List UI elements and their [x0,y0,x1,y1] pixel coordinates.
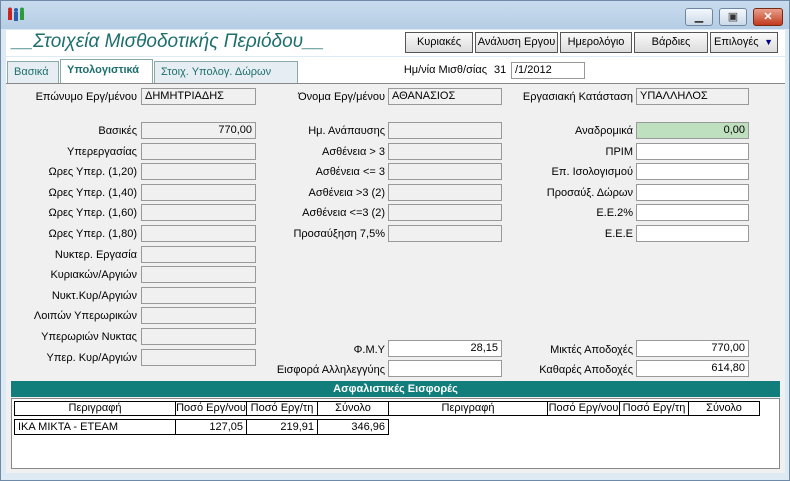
options-label: Επιλογές [714,36,759,48]
insurance-section-title: Ασφαλιστικές Εισφορές [11,381,780,397]
tab-basic[interactable]: Βασικά [7,61,59,83]
col3-field[interactable] [636,183,749,201]
title-bar: ▁ ▣ ✕ [1,1,789,29]
grid-header: Ποσό Εργ/τη [246,401,318,416]
minimize-icon: ▁ [694,11,704,23]
status-field: ΥΠΑΛΛΗΛΟΣ [636,88,749,105]
sundays-button[interactable]: Κυριακές [405,32,473,53]
maximize-button[interactable]: ▣ [719,8,747,26]
col2-label: Ασθένεια <= 3 [315,166,385,179]
col1-label: Βασικές [98,125,137,137]
col3-field[interactable]: 0,00 [636,122,749,139]
name-label: Όνομα Εργ/μένου [298,91,385,103]
tab-gift-calculations[interactable]: Στοιχ. Υπολογ. Δώρων [154,61,298,83]
col1-label: Ωρες Υπερ. (1,80) [48,228,137,240]
net-label: Καθαρές Αποδοχές [539,364,633,376]
col2-field[interactable] [388,225,502,242]
col1-label: Υπερωριών Νυκτας [41,331,137,343]
grid-header: Σύνολο [317,401,389,416]
payroll-month-field[interactable]: /1/2012 [511,62,585,79]
grid-header: Περιγραφή [388,401,548,416]
fmy-field[interactable]: 28,15 [388,340,502,357]
col1-label: Νυκτ.Κυρ/Αργιών [51,289,137,302]
col1-field[interactable] [141,142,256,160]
gross-field[interactable]: 770,00 [636,340,749,357]
col1-label: Υπερεργασίας [66,145,137,158]
grid-header: Περιγραφή [14,401,176,416]
app-people-icon [8,7,24,21]
surname-field: ΔΗΜΗΤΡΙΑΔΗΣ [141,88,256,105]
calendar-button[interactable]: Ημερολόγιο [560,32,632,53]
col3-label: Αναδρομικά [574,125,633,137]
col2-field[interactable] [388,183,502,201]
col2-label: Ασθένεια >3 (2) [308,186,385,199]
name-field: ΑΘΑΝΑΣΙΟΣ [388,88,502,105]
row-employee-amount[interactable]: 127,05 [175,419,247,435]
payroll-window: ▁ ▣ ✕ __Στοιχεία Μισθοδοτικής Περιόδου__… [0,0,790,481]
grid-header: Ποσό Εργ/νου [175,401,247,416]
col1-label: Υπερ. Κυρ/Αργιών [46,351,138,364]
col3-label: ΠΡΙΜ [605,145,634,158]
col1-label: Κυριακών/Αργιών [50,269,137,282]
gross-label: Μικτές Αποδοχές [550,344,633,356]
row-description[interactable]: ΙΚΑ ΜΙΚΤΑ - ΕΤΕΑΜ [14,419,176,435]
col2-label: Ημ. Ανάπαυσης [308,125,385,137]
col1-field[interactable] [141,328,256,345]
col3-field[interactable] [636,225,749,242]
col1-field[interactable] [141,225,256,242]
col3-label: Επ. Ισολογισμού [551,166,633,179]
col2-field[interactable] [388,142,502,160]
col3-label: Προσαύξ. Δώρων [546,186,633,199]
net-field[interactable]: 614,80 [636,360,749,377]
col1-field[interactable] [141,348,256,366]
col1-field[interactable] [141,183,256,201]
col3-field[interactable] [636,204,749,222]
col2-field[interactable] [388,204,502,222]
col1-field[interactable] [141,286,256,304]
col2-field[interactable] [388,122,502,139]
col3-label: Ε.Ε.Ε [604,228,633,240]
col1-label: Νυκτερ. Εργασία [54,248,137,261]
fmy-label: Φ.Μ.Υ [353,344,385,356]
solidarity-field[interactable] [388,360,502,377]
dropdown-arrow-icon: ▼ [764,37,773,47]
col1-label: Ωρες Υπερ. (1,40) [48,186,137,199]
col2-field[interactable] [388,163,502,181]
row-total[interactable]: 346,96 [317,419,389,435]
col2-label: Ασθένεια <=3 (2) [302,207,385,220]
row-employer-amount[interactable]: 219,91 [246,419,318,435]
col1-label: Ωρες Υπερ. (1,60) [48,207,137,220]
grid-header: Ποσό Εργ/τη [619,401,689,416]
col3-label: Ε.Ε.2% [596,207,633,220]
payroll-day-field[interactable]: 31 [491,63,511,80]
work-analysis-button[interactable]: Ανάλυση Εργου [475,32,558,53]
col1-field[interactable]: 770,00 [141,122,256,139]
col1-field[interactable] [141,307,256,325]
maximize-icon: ▣ [727,11,739,23]
payroll-date-label: Ημ/νία Μισθ/σίας [403,64,487,76]
col2-label: Ασθένεια > 3 [321,145,385,158]
grid-header: Σύνολο [688,401,760,416]
close-icon: ✕ [763,11,773,23]
surname-label: Επώνυμο Εργ/μένου [35,91,137,103]
options-button[interactable]: Επιλογές ▼ [710,32,778,53]
col2-label: Προσαύξηση 7,5% [293,228,385,240]
col1-label: Λοιπών Υπερωρικών [33,310,137,323]
tab-calculations[interactable]: Υπολογιστικά [60,59,153,84]
col1-field[interactable] [141,163,256,181]
minimize-button[interactable]: ▁ [685,8,713,26]
col3-field[interactable] [636,142,749,160]
solidarity-label: Εισφορά Αλληλεγγύης [276,364,385,376]
insurance-grid: Περιγραφή Ποσό Εργ/νου Ποσό Εργ/τη Σύνολ… [11,398,780,469]
grid-header: Ποσό Εργ/νου [547,401,620,416]
col3-field[interactable] [636,163,749,181]
col1-label: Ωρες Υπερ. (1,20) [48,166,137,179]
col1-field[interactable] [141,204,256,222]
close-button[interactable]: ✕ [753,8,783,26]
col1-field[interactable] [141,266,256,284]
status-label: Εργασιακή Κατάσταση [522,91,633,103]
page-title: __Στοιχεία Μισθοδοτικής Περιόδου__ [12,31,325,52]
col1-field[interactable] [141,245,256,263]
shifts-button[interactable]: Βάρδιες [634,32,708,53]
